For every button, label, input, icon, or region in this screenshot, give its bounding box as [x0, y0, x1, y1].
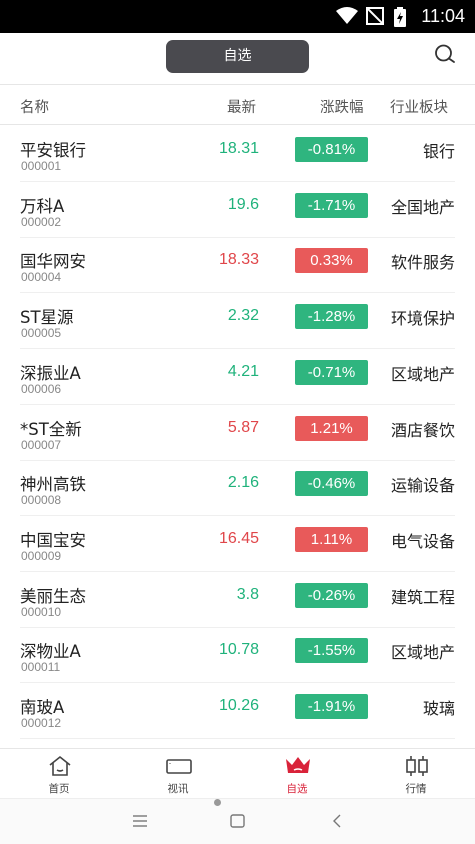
stock-code: 000005 [21, 326, 62, 341]
stock-row[interactable]: 平安银行 000001 18.31 -0.81% 银行 [0, 126, 475, 182]
stock-code: 000011 [21, 660, 61, 675]
stock-row[interactable]: 万科A 000002 19.6 -1.71% 全国地产 [0, 182, 475, 238]
stock-price: 18.31 [218, 140, 259, 157]
tab-bar: 首页 视讯 自选 行情 [0, 748, 475, 798]
column-change[interactable]: 涨跌幅 [320, 96, 364, 117]
stock-code: 000001 [21, 159, 62, 173]
stock-industry: 区域地产 [390, 643, 455, 663]
stock-name: 平安银行 [20, 141, 86, 160]
stock-change-badge: -0.71% [295, 359, 368, 385]
stock-change-badge: 1.11% [295, 526, 368, 552]
stock-row[interactable]: 深振业A 000006 4.21 -0.71% 区域地产 [0, 349, 475, 405]
column-industry[interactable]: 行业板块 [390, 96, 448, 117]
stock-industry: 电气设备 [390, 531, 455, 551]
column-name[interactable]: 名称 [20, 96, 49, 117]
stock-row[interactable]: 中国宝安 000009 16.45 1.11% 电气设备 [0, 516, 475, 572]
stock-change-badge: -0.26% [295, 582, 368, 608]
stock-change-badge: 0.33% [295, 248, 368, 274]
stock-code: 000006 [21, 381, 62, 396]
battery-charging-icon [394, 7, 406, 27]
stock-row[interactable]: 神州高铁 000008 2.16 -0.46% 运输设备 [0, 460, 475, 517]
tab-video-label: 视讯 [167, 783, 189, 795]
stock-code: 000002 [21, 214, 62, 229]
stock-price: 18.33 [218, 251, 259, 269]
stock-price: 3.8 [236, 585, 259, 603]
stock-change-badge: -1.55% [295, 638, 368, 664]
stock-row[interactable]: 美丽生态 000010 3.8 -0.26% 建筑工程 [0, 572, 475, 628]
stock-change-badge: 1.21% [295, 415, 368, 441]
app-header: 自选 [0, 33, 475, 85]
stock-industry: 酒店餐饮 [390, 420, 455, 440]
tab-market[interactable]: 行情 [357, 749, 475, 799]
stock-change-badge: -1.28% [295, 304, 368, 330]
stock-price: 10.26 [218, 697, 259, 714]
video-icon [166, 759, 192, 774]
search-icon[interactable] [433, 43, 457, 67]
stock-row[interactable]: *ST全新 000007 5.87 1.21% 酒店餐饮 [0, 405, 475, 461]
stock-industry: 银行 [422, 142, 455, 161]
status-bar: 11:04 [0, 0, 475, 33]
page-title[interactable]: 自选 [166, 40, 309, 73]
stock-row[interactable]: 深物业A 000011 10.78 -1.55% 区域地产 [0, 627, 475, 684]
stock-name: 南玻A [20, 698, 65, 717]
stock-name: 深物业A [20, 642, 81, 662]
no-signal-icon [366, 7, 384, 25]
stock-change-badge: -0.81% [295, 137, 368, 162]
home-square-icon[interactable] [229, 813, 247, 829]
system-nav-bar [0, 798, 475, 844]
tab-video[interactable]: 视讯 [119, 749, 237, 799]
row-divider [20, 738, 455, 739]
tab-watchlist[interactable]: 自选 [238, 749, 356, 799]
stock-change-badge: -1.91% [295, 694, 368, 719]
tab-home-label: 首页 [48, 783, 70, 795]
stock-price: 16.45 [218, 529, 259, 547]
stock-change-badge: -0.46% [295, 471, 368, 497]
crown-icon [286, 757, 310, 773]
status-time: 11:04 [421, 6, 465, 26]
stock-code: 000009 [21, 548, 62, 563]
stock-code: 000008 [21, 493, 62, 508]
stock-name: *ST全新 [20, 419, 82, 439]
stock-change-badge: -1.71% [295, 192, 368, 218]
stock-industry: 玻璃 [422, 699, 455, 718]
stock-price: 2.16 [227, 474, 259, 492]
column-header: 名称 最新 涨跌幅 行业板块 [0, 85, 475, 125]
stock-industry: 建筑工程 [390, 587, 455, 607]
stock-price: 4.21 [227, 362, 259, 380]
stock-price: 19.6 [227, 195, 259, 213]
tab-home[interactable]: 首页 [0, 749, 118, 799]
stock-row[interactable]: 南玻A 000012 10.26 -1.91% 玻璃 [0, 683, 475, 739]
stock-name: 中国宝安 [20, 530, 86, 550]
stock-code: 000004 [21, 270, 62, 285]
home-icon [49, 756, 71, 776]
stock-code: 000007 [21, 437, 62, 452]
tab-watchlist-label: 自选 [286, 783, 308, 795]
stock-name: 神州高铁 [20, 475, 86, 495]
wifi-icon [336, 7, 358, 24]
stock-code: 000010 [21, 604, 62, 619]
tab-market-label: 行情 [405, 783, 427, 795]
stock-price: 5.87 [227, 418, 259, 436]
candlestick-icon [406, 756, 428, 776]
stock-name: 国华网安 [20, 252, 86, 272]
stock-row[interactable]: ST星源 000005 2.32 -1.28% 环境保护 [0, 293, 475, 350]
stock-row[interactable]: 国华网安 000004 18.33 0.33% 软件服务 [0, 237, 475, 294]
stock-industry: 软件服务 [390, 253, 455, 273]
stock-price: 2.32 [227, 307, 259, 325]
back-icon[interactable] [329, 813, 347, 829]
nav-indicator-dot [214, 799, 221, 806]
stock-industry: 环境保护 [390, 309, 455, 329]
stock-code: 000012 [21, 716, 62, 730]
stock-name: 万科A [20, 196, 65, 216]
stock-industry: 区域地产 [390, 364, 455, 384]
column-price[interactable]: 最新 [227, 96, 256, 117]
menu-icon[interactable] [131, 813, 149, 829]
stock-name: 美丽生态 [20, 586, 86, 606]
stock-industry: 运输设备 [390, 476, 455, 496]
stock-price: 10.78 [218, 641, 259, 659]
stock-name: ST星源 [20, 308, 74, 328]
stock-industry: 全国地产 [390, 197, 455, 217]
stock-name: 深振业A [20, 363, 81, 383]
